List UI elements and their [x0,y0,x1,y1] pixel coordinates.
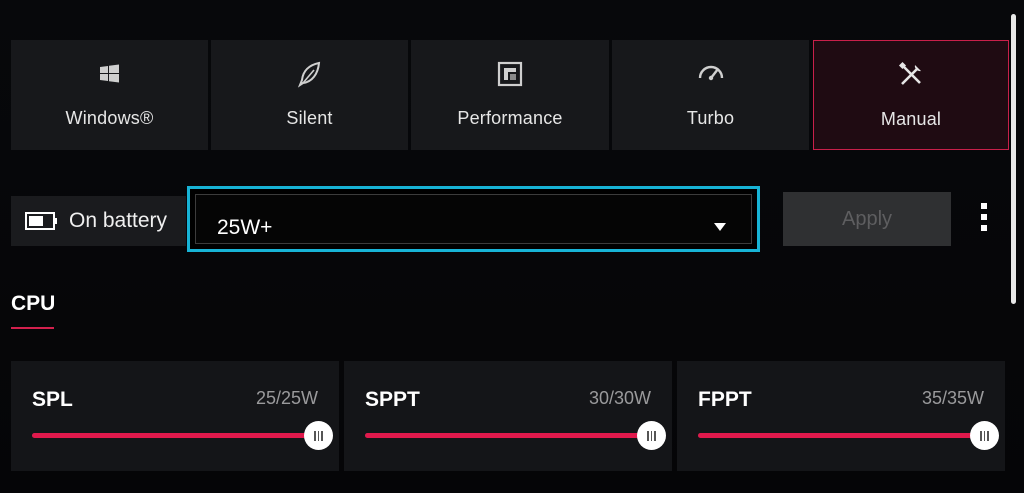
slider-card-spl: SPL 25/25W [11,361,339,471]
slider-thumb[interactable] [304,421,333,450]
mode-label: Manual [880,109,942,129]
slider-track[interactable] [698,421,999,450]
slider-track[interactable] [32,421,333,450]
battery-icon [25,211,59,231]
mode-silent[interactable]: Silent [211,40,408,150]
mode-label: Windows® [65,108,154,128]
mode-label: Turbo [686,108,735,128]
performance-icon [494,58,526,90]
slider-fill [365,433,652,438]
chevron-down-icon [714,223,726,231]
mode-label: Silent [286,108,333,128]
slider-name: SPPT [365,388,420,411]
more-options-icon[interactable] [976,203,992,237]
turbo-gauge-icon [695,58,727,90]
slider-readout: 25/25W [255,388,318,408]
slider-name: FPPT [698,388,752,411]
slider-fill [698,433,985,438]
section-underline [11,327,54,329]
power-profile-dropdown[interactable]: 25W+ [187,186,760,252]
power-source-label: On battery [69,209,168,232]
mode-selector: Windows® Silent Performance Turbo Manual [11,40,1009,150]
slider-track[interactable] [365,421,666,450]
dropdown-inner: 25W+ [195,194,752,244]
manual-tools-icon [895,59,927,91]
mode-performance[interactable]: Performance [411,40,609,150]
slider-card-sppt: SPPT 30/30W [344,361,672,471]
mode-label: Performance [457,108,563,128]
mode-turbo[interactable]: Turbo [612,40,809,150]
scrollbar[interactable] [1011,14,1016,304]
windows-icon [94,58,126,90]
slider-readout: 30/30W [588,388,651,408]
slider-card-fppt: FPPT 35/35W [677,361,1005,471]
dropdown-value: 25W+ [217,216,273,239]
slider-thumb[interactable] [637,421,666,450]
slider-fill [32,433,319,438]
mode-windows[interactable]: Windows® [11,40,208,150]
slider-name: SPL [32,388,73,411]
silent-leaf-icon [294,58,326,90]
slider-thumb[interactable] [970,421,999,450]
power-source: On battery [11,196,186,246]
slider-readout: 35/35W [921,388,984,408]
mode-manual[interactable]: Manual [813,40,1009,150]
apply-button[interactable]: Apply [783,192,951,246]
section-title: CPU [11,292,56,315]
